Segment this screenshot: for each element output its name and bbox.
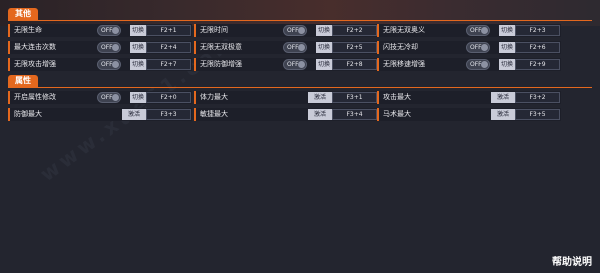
- section-tab-attributes: 属性: [8, 75, 38, 87]
- activate-button[interactable]: 激活: [122, 109, 146, 120]
- toggle-knob: [112, 27, 119, 34]
- toggle-switch[interactable]: OFF: [97, 59, 121, 70]
- activate-button[interactable]: 激活: [308, 92, 332, 103]
- cheat-row-enable-attr-edit: 开启属性修改 OFF 切换 F2+0: [8, 91, 192, 104]
- toggle-switch[interactable]: OFF: [283, 59, 307, 70]
- switch-button[interactable]: 切换: [499, 59, 515, 70]
- switch-button[interactable]: 切换: [316, 59, 332, 70]
- activate-button[interactable]: 激活: [491, 92, 515, 103]
- toggle-knob: [112, 61, 119, 68]
- toggle-switch[interactable]: OFF: [466, 25, 490, 36]
- hotkey-field[interactable]: F3+2: [515, 92, 560, 103]
- toggle-state: OFF: [101, 94, 113, 101]
- switch-button[interactable]: 切换: [130, 59, 146, 70]
- cheat-row-infinite-musou-essence: 无限无双极意 OFF 切换 F2+5: [194, 41, 378, 54]
- cheat-row-max-defense: 防御最大 激活 F3+3: [8, 108, 192, 121]
- toggle-state: OFF: [470, 27, 482, 34]
- cheat-label: 无限无双奥义: [383, 26, 425, 34]
- cheat-row-speed-boost: 无限移速增强 OFF 切换 F2+9: [377, 58, 561, 71]
- cheat-row-max-agility: 敏捷最大 激活 F3+4: [194, 108, 378, 121]
- cheat-label: 体力最大: [200, 93, 228, 101]
- switch-button[interactable]: 切换: [130, 42, 146, 53]
- toggle-state: OFF: [101, 44, 113, 51]
- toggle-state: OFF: [470, 61, 482, 68]
- switch-button[interactable]: 切换: [130, 25, 146, 36]
- toggle-knob: [481, 27, 488, 34]
- cheat-label: 无限防御增强: [200, 60, 242, 68]
- hotkey-field[interactable]: F2+4: [146, 42, 191, 53]
- cheat-label: 最大连击次数: [14, 43, 56, 51]
- cheat-label: 闪技无冷却: [383, 43, 418, 51]
- toggle-knob: [481, 61, 488, 68]
- section-tab-other: 其他: [8, 8, 38, 20]
- cheat-label: 无限攻击增强: [14, 60, 56, 68]
- hotkey-field[interactable]: F2+9: [515, 59, 560, 70]
- toggle-knob: [298, 44, 305, 51]
- switch-button[interactable]: 切换: [130, 92, 146, 103]
- switch-button[interactable]: 切换: [316, 25, 332, 36]
- cheat-label: 防御最大: [14, 110, 42, 118]
- activate-button[interactable]: 激活: [308, 109, 332, 120]
- cheat-label: 开启属性修改: [14, 93, 56, 101]
- cheat-label: 无限移速增强: [383, 60, 425, 68]
- activate-button[interactable]: 激活: [491, 109, 515, 120]
- cheat-row-infinite-life: 无限生命 OFF 切换 F2+1: [8, 24, 192, 37]
- toggle-state: OFF: [470, 44, 482, 51]
- cheat-row-infinite-time: 无限时间 OFF 切换 F2+2: [194, 24, 378, 37]
- toggle-state: OFF: [287, 27, 299, 34]
- hotkey-field[interactable]: F3+1: [332, 92, 377, 103]
- hotkey-field[interactable]: F2+6: [515, 42, 560, 53]
- toggle-switch[interactable]: OFF: [97, 42, 121, 53]
- hotkey-field[interactable]: F2+2: [332, 25, 377, 36]
- toggle-switch[interactable]: OFF: [466, 42, 490, 53]
- section-divider-other: [8, 20, 592, 21]
- section-divider-attributes: [8, 87, 592, 88]
- toggle-switch[interactable]: OFF: [283, 25, 307, 36]
- hotkey-field[interactable]: F2+7: [146, 59, 191, 70]
- help-button[interactable]: 帮助说明: [552, 257, 592, 269]
- hotkey-field[interactable]: F2+8: [332, 59, 377, 70]
- switch-button[interactable]: 切换: [499, 25, 515, 36]
- cheat-label: 攻击最大: [383, 93, 411, 101]
- cheat-label: 无限生命: [14, 26, 42, 34]
- hotkey-field[interactable]: F2+5: [332, 42, 377, 53]
- cheat-row-max-combo: 最大连击次数 OFF 切换 F2+4: [8, 41, 192, 54]
- cheat-row-attack-boost: 无限攻击增强 OFF 切换 F2+7: [8, 58, 192, 71]
- toggle-switch[interactable]: OFF: [97, 25, 121, 36]
- toggle-knob: [112, 94, 119, 101]
- cheat-label: 无限无双极意: [200, 43, 242, 51]
- hotkey-field[interactable]: F3+5: [515, 109, 560, 120]
- cheat-row-max-stamina: 体力最大 激活 F3+1: [194, 91, 378, 104]
- toggle-knob: [298, 27, 305, 34]
- toggle-state: OFF: [101, 61, 113, 68]
- cheat-row-max-attack: 攻击最大 激活 F3+2: [377, 91, 561, 104]
- toggle-state: OFF: [101, 27, 113, 34]
- toggle-switch[interactable]: OFF: [97, 92, 121, 103]
- hotkey-field[interactable]: F2+1: [146, 25, 191, 36]
- cheat-row-max-horsemanship: 马术最大 激活 F3+5: [377, 108, 561, 121]
- toggle-switch[interactable]: OFF: [466, 59, 490, 70]
- toggle-state: OFF: [287, 61, 299, 68]
- cheat-row-no-cooldown: 闪技无冷却 OFF 切换 F2+6: [377, 41, 561, 54]
- cheat-label: 无限时间: [200, 26, 228, 34]
- toggle-knob: [112, 44, 119, 51]
- toggle-switch[interactable]: OFF: [283, 42, 307, 53]
- toggle-state: OFF: [287, 44, 299, 51]
- toggle-knob: [481, 44, 488, 51]
- header-banner: [0, 0, 600, 26]
- hotkey-field[interactable]: F2+0: [146, 92, 191, 103]
- switch-button[interactable]: 切换: [316, 42, 332, 53]
- hotkey-field[interactable]: F3+3: [146, 109, 191, 120]
- cheat-row-infinite-musou: 无限无双奥义 OFF 切换 F2+3: [377, 24, 561, 37]
- toggle-knob: [298, 61, 305, 68]
- switch-button[interactable]: 切换: [499, 42, 515, 53]
- cheat-row-defense-boost: 无限防御增强 OFF 切换 F2+8: [194, 58, 378, 71]
- cheat-label: 马术最大: [383, 110, 411, 118]
- cheat-label: 敏捷最大: [200, 110, 228, 118]
- hotkey-field[interactable]: F2+3: [515, 25, 560, 36]
- hotkey-field[interactable]: F3+4: [332, 109, 377, 120]
